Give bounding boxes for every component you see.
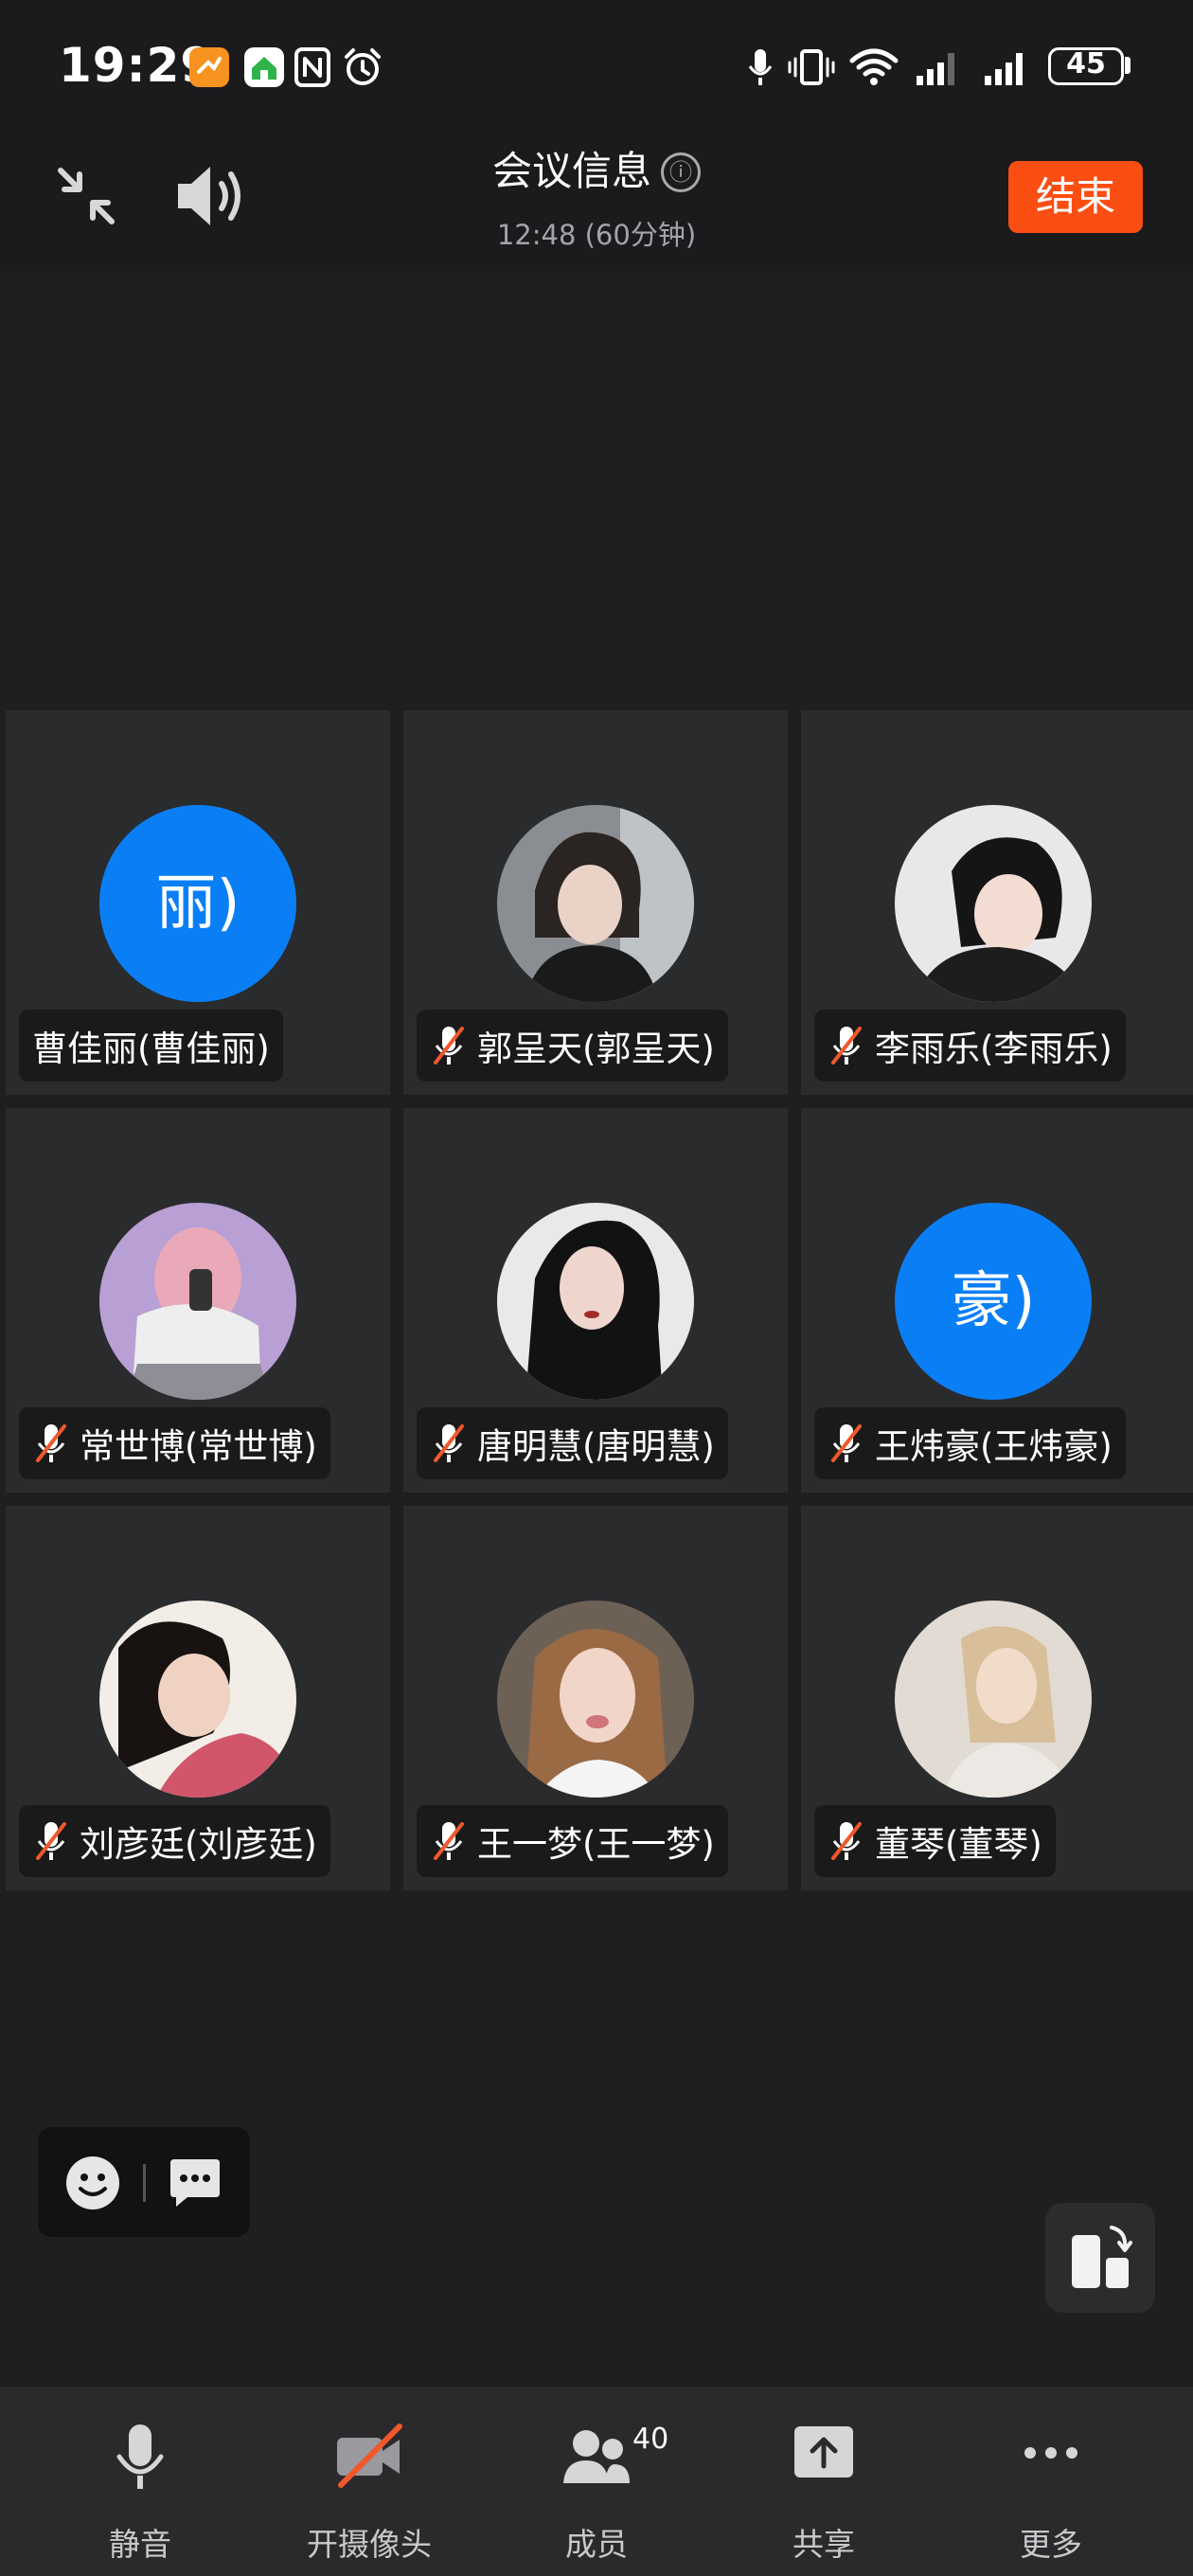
battery-icon: 45 — [1048, 47, 1124, 85]
participant-name: 刘彦廷(刘彦廷) — [80, 1824, 317, 1865]
mute-button[interactable]: 静音 — [45, 2387, 235, 2576]
switch-view-button[interactable] — [1045, 2203, 1155, 2313]
participant-name-pill: 曹佳丽(曹佳丽) — [19, 1010, 283, 1082]
participant-name: 董琴(董琴) — [875, 1824, 1042, 1865]
share-button[interactable]: 共享 — [729, 2387, 918, 2576]
members-icon — [563, 2430, 630, 2483]
info-icon: ⓘ — [661, 152, 701, 192]
participant-name: 曹佳丽(曹佳丽) — [32, 1029, 270, 1069]
more-icon — [1024, 2447, 1077, 2459]
microphone-icon — [116, 2424, 164, 2489]
camera-label: 开摄像头 — [307, 2526, 432, 2563]
mic-muted-icon — [831, 1027, 862, 1064]
members-button[interactable]: 成员 — [502, 2387, 691, 2576]
participant-name: 王炜豪(王炜豪) — [875, 1426, 1113, 1467]
end-meeting-button[interactable]: 结束 — [1008, 161, 1143, 233]
avatar — [99, 1203, 296, 1400]
share-label: 共享 — [792, 2526, 855, 2563]
more-label: 更多 — [1020, 2526, 1082, 2563]
members-label: 成员 — [565, 2526, 628, 2563]
avatar — [497, 1601, 694, 1798]
app-icon-home — [244, 47, 284, 87]
app-icon-orange — [189, 47, 229, 87]
wifi-icon — [849, 48, 899, 85]
participant-name-pill: 王一梦(王一梦) — [417, 1805, 728, 1877]
more-button[interactable]: 更多 — [956, 2387, 1146, 2576]
mute-label: 静音 — [109, 2526, 171, 2563]
share-icon — [794, 2426, 853, 2478]
chat-icon[interactable] — [167, 2156, 223, 2210]
mic-icon — [748, 49, 773, 85]
participant-name-pill: 李雨乐(李雨乐) — [814, 1010, 1126, 1082]
vibrate-icon — [788, 49, 835, 85]
avatar — [497, 1203, 694, 1400]
avatar — [895, 1601, 1092, 1798]
members-count-badge: 40 — [632, 2423, 669, 2456]
avatar — [99, 1601, 296, 1798]
participant-name-pill: 刘彦廷(刘彦廷) — [19, 1805, 330, 1877]
mic-muted-icon — [434, 1822, 464, 1860]
camera-toggle-button[interactable]: 开摄像头 — [275, 2387, 464, 2576]
mic-muted-icon — [831, 1424, 862, 1462]
participant-name: 常世博(常世博) — [80, 1426, 317, 1467]
mic-muted-icon — [434, 1027, 464, 1064]
mic-muted-icon — [831, 1822, 862, 1860]
participant-name: 王一梦(王一梦) — [477, 1824, 715, 1865]
meeting-title-text: 会议信息 — [491, 148, 651, 194]
participant-name: 唐明慧(唐明慧) — [477, 1426, 715, 1467]
signal-icon-2 — [985, 53, 1023, 85]
nfc-icon — [294, 47, 330, 87]
battery-level: 45 — [1066, 47, 1106, 80]
alarm-icon — [345, 48, 381, 85]
signal-icon — [917, 53, 954, 85]
avatar — [895, 805, 1092, 1002]
participant-name-pill: 董琴(董琴) — [814, 1805, 1056, 1877]
mic-muted-icon — [36, 1822, 66, 1860]
mic-muted-icon — [36, 1424, 66, 1462]
participant-name-pill: 唐明慧(唐明慧) — [417, 1407, 728, 1479]
battery-tip — [1125, 57, 1131, 74]
avatar: 豪) — [895, 1203, 1092, 1400]
participant-name-pill: 王炜豪(王炜豪) — [814, 1407, 1126, 1479]
divider — [143, 2164, 146, 2202]
participant-name: 李雨乐(李雨乐) — [875, 1029, 1113, 1069]
mic-muted-icon — [434, 1424, 464, 1462]
rotate-screen-icon — [1072, 2226, 1132, 2288]
camera-off-icon — [337, 2424, 402, 2488]
participant-name-pill: 郭呈天(郭呈天) — [417, 1010, 728, 1082]
participant-name-pill: 常世博(常世博) — [19, 1407, 330, 1479]
emoji-icon[interactable] — [64, 2155, 121, 2211]
avatar: 丽) — [99, 805, 296, 1002]
avatar — [497, 805, 694, 1002]
participant-name: 郭呈天(郭呈天) — [477, 1029, 715, 1069]
